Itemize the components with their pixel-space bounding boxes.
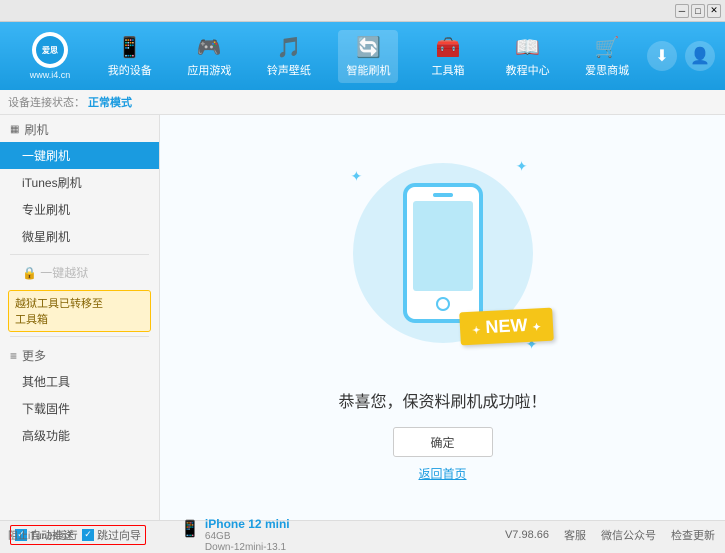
new-badge-stars-left: ✦ xyxy=(472,325,481,336)
sidebar-item-one-key[interactable]: 一键刷机 xyxy=(0,142,159,169)
status-bar: ✓ 自动推送 ✓ 跳过向导 📱 iPhone 12 mini 64GB Down… xyxy=(0,520,725,548)
sparkle-icon-2: ✦ xyxy=(516,158,528,175)
nav-toolbox-icon: 🧰 xyxy=(436,35,461,60)
sidebar-jailbreak-notice: 越狱工具已转移至 工具箱 xyxy=(8,290,151,332)
success-text: 恭喜您，保资料刷机成功啦！ xyxy=(338,388,546,412)
logo: 爱思 www.i4.cn xyxy=(10,32,90,80)
sidebar-divider-2 xyxy=(10,336,149,337)
device-name: iPhone 12 mini xyxy=(205,517,290,531)
close-button[interactable]: ✕ xyxy=(707,4,721,18)
connection-status-bar: 设备连接状态： 正常模式 xyxy=(0,90,725,115)
logo-icon: 爱思 xyxy=(32,32,68,68)
title-bar: ─ □ ✕ xyxy=(0,0,725,22)
nav-smart-flash-label: 智能刷机 xyxy=(346,62,390,78)
sparkle-icon-1: ✦ xyxy=(351,168,363,185)
phone-home-btn xyxy=(436,297,450,311)
sidebar-item-micro-flash[interactable]: 微星刷机 xyxy=(0,223,159,250)
nav-app-game-icon: 🎮 xyxy=(197,35,222,60)
nav-ringtone[interactable]: 🎵 铃声壁纸 xyxy=(259,30,319,83)
user-button[interactable]: 👤 xyxy=(685,41,715,71)
download-button[interactable]: ⬇ xyxy=(647,41,677,71)
sidebar-item-download-firmware[interactable]: 下载固件 xyxy=(0,395,159,422)
nav-my-device-icon: 📱 xyxy=(117,35,142,60)
nav-my-device[interactable]: 📱 我的设备 xyxy=(100,30,160,83)
phone-illustration: ✦ ✦ ✦ ✦ NEW ✦ xyxy=(343,153,543,373)
connection-value: 正常模式 xyxy=(88,94,132,110)
nav-app-game[interactable]: 🎮 应用游戏 xyxy=(179,30,239,83)
logo-subtitle: www.i4.cn xyxy=(30,70,71,80)
new-badge-text: NEW xyxy=(485,315,528,337)
nav-toolbox-label: 工具箱 xyxy=(432,62,465,78)
nav-store-icon: 🛒 xyxy=(595,35,620,60)
back-home-link[interactable]: 返回首页 xyxy=(418,465,466,482)
nav-bar: 📱 我的设备 🎮 应用游戏 🎵 铃声壁纸 🔄 智能刷机 🧰 工具箱 📖 教程中心… xyxy=(90,30,647,83)
sidebar-flash-label: 刷机 xyxy=(24,121,48,138)
new-badge-stars-right: ✦ xyxy=(532,322,541,333)
maximize-button[interactable]: □ xyxy=(691,4,705,18)
sidebar-more-label: 更多 xyxy=(22,347,46,364)
wechat-link[interactable]: 微信公众号 xyxy=(601,527,656,543)
itunes-status-text: 阻止iTunes运行 xyxy=(8,527,78,542)
device-storage: 64GB xyxy=(205,531,290,542)
connection-label: 设备连接状态： xyxy=(8,94,85,110)
header-right: ⬇ 👤 xyxy=(647,41,715,71)
nav-tutorial[interactable]: 📖 教程中心 xyxy=(498,30,558,83)
device-system: Down-12mini-13.1 xyxy=(205,542,290,553)
nav-ringtone-icon: 🎵 xyxy=(276,35,301,60)
sidebar-jailbreak-label: 🔒 一键越狱 xyxy=(0,259,159,286)
minimize-button[interactable]: ─ xyxy=(675,4,689,18)
sidebar-item-itunes[interactable]: iTunes刷机 xyxy=(0,169,159,196)
sidebar: ▦ 刷机 一键刷机 iTunes刷机 专业刷机 微星刷机 🔒 一键越狱 越狱工具… xyxy=(0,115,160,520)
nav-store[interactable]: 🛒 爱思商城 xyxy=(577,30,637,83)
sidebar-item-other-tools[interactable]: 其他工具 xyxy=(0,368,159,395)
phone-speaker xyxy=(433,193,453,197)
sidebar-more-section[interactable]: ≡ 更多 xyxy=(0,341,159,368)
nav-my-device-label: 我的设备 xyxy=(108,62,152,78)
confirm-button[interactable]: 确定 xyxy=(393,427,493,457)
expand-icon: ▦ xyxy=(10,124,19,135)
more-expand-icon: ≡ xyxy=(10,349,17,363)
nav-toolbox[interactable]: 🧰 工具箱 xyxy=(418,30,478,83)
sidebar-flash-section[interactable]: ▦ 刷机 xyxy=(0,115,159,142)
support-link[interactable]: 客服 xyxy=(564,527,586,543)
status-right: V7.98.66 客服 微信公众号 检查更新 xyxy=(505,527,715,543)
version-label: V7.98.66 xyxy=(505,529,549,541)
logo-inner: 爱思 xyxy=(36,36,64,64)
nav-app-game-label: 应用游戏 xyxy=(187,62,231,78)
device-info: iPhone 12 mini 64GB Down-12mini-13.1 xyxy=(205,517,290,553)
nav-tutorial-label: 教程中心 xyxy=(506,62,550,78)
phone-screen xyxy=(413,201,473,291)
nav-smart-flash-icon: 🔄 xyxy=(356,35,381,60)
itunes-status-bar: 阻止iTunes运行 xyxy=(0,520,160,548)
nav-tutorial-icon: 📖 xyxy=(515,35,540,60)
nav-store-label: 爱思商城 xyxy=(585,62,629,78)
device-info-block: 📱 iPhone 12 mini 64GB Down-12mini-13.1 xyxy=(170,517,290,553)
main-area: ▦ 刷机 一键刷机 iTunes刷机 专业刷机 微星刷机 🔒 一键越狱 越狱工具… xyxy=(0,115,725,520)
header: 爱思 www.i4.cn 📱 我的设备 🎮 应用游戏 🎵 铃声壁纸 🔄 智能刷机… xyxy=(0,22,725,90)
nav-smart-flash[interactable]: 🔄 智能刷机 xyxy=(338,30,398,83)
new-badge: ✦ NEW ✦ xyxy=(459,308,553,346)
check-update-link[interactable]: 检查更新 xyxy=(671,527,715,543)
phone-body xyxy=(403,183,483,323)
device-phone-icon: 📱 xyxy=(180,519,200,539)
sidebar-divider-1 xyxy=(10,254,149,255)
nav-ringtone-label: 铃声壁纸 xyxy=(267,62,311,78)
sidebar-item-pro-flash[interactable]: 专业刷机 xyxy=(0,196,159,223)
content-area: ✦ ✦ ✦ ✦ NEW ✦ 恭喜您，保资料刷机成功啦！ 确定 返回首页 xyxy=(160,115,725,520)
sidebar-item-advanced[interactable]: 高级功能 xyxy=(0,422,159,449)
